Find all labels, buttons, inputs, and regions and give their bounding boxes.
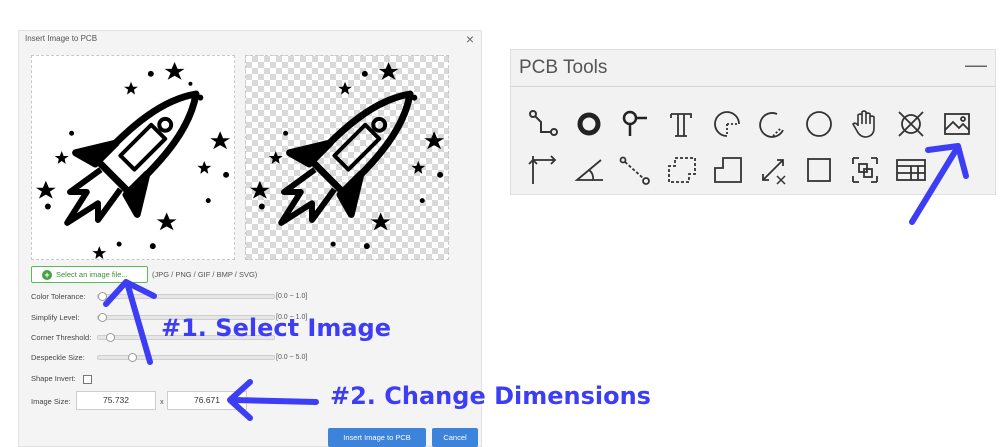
- pcb-tools-title: PCB Tools: [519, 57, 608, 78]
- text-icon[interactable]: [663, 106, 699, 142]
- cancel-button[interactable]: Cancel: [432, 428, 478, 447]
- image-height-input[interactable]: 76.671: [167, 391, 247, 410]
- arc-icon[interactable]: [709, 106, 745, 142]
- dimension-icon[interactable]: [525, 152, 561, 188]
- group-icon[interactable]: [847, 152, 883, 188]
- insert-image-button[interactable]: Insert Image to PCB: [328, 428, 426, 447]
- select-image-label: Select an image file...: [56, 270, 128, 279]
- copper-area-icon[interactable]: [663, 152, 699, 188]
- circle-icon[interactable]: [801, 106, 837, 142]
- rocket-image: [35, 61, 231, 259]
- step2-annotation: #2. Change Dimensions: [330, 382, 651, 410]
- corner-threshold-handle[interactable]: [106, 333, 116, 342]
- original-image-preview: [31, 55, 235, 260]
- pcb-tools-header: PCB Tools —: [511, 50, 995, 87]
- color-tolerance-range: [0.0 ~ 1.0]: [276, 293, 308, 300]
- hole-icon[interactable]: [893, 106, 929, 142]
- minimize-icon[interactable]: —: [965, 52, 987, 78]
- despeckle-size-slider[interactable]: [97, 353, 275, 362]
- corner-threshold-label: Corner Threshold:: [31, 333, 92, 342]
- formats-hint: (JPG / PNG / GIF / BMP / SVG): [152, 270, 258, 279]
- image-width-input[interactable]: 75.732: [76, 391, 156, 410]
- table-icon[interactable]: [893, 152, 929, 188]
- solid-region-icon[interactable]: [709, 152, 745, 188]
- close-icon[interactable]: ×: [466, 31, 474, 47]
- select-image-button[interactable]: + Select an image file...: [31, 266, 148, 283]
- rectangle-icon[interactable]: [801, 152, 837, 188]
- angle-icon[interactable]: [571, 152, 607, 188]
- shape-invert-checkbox[interactable]: [83, 375, 92, 384]
- color-tolerance-handle[interactable]: [98, 292, 107, 301]
- size-separator: x: [160, 397, 164, 406]
- canvas-origin-icon[interactable]: [755, 152, 791, 188]
- dialog-title: Insert Image to PCB: [25, 34, 98, 43]
- pad-icon[interactable]: [571, 106, 607, 142]
- track-icon[interactable]: [525, 106, 561, 142]
- arc-ccw-icon[interactable]: [755, 106, 791, 142]
- despeckle-size-range: [0.0 ~ 5.0]: [276, 354, 308, 361]
- simplify-level-handle[interactable]: [98, 313, 107, 322]
- shape-invert-label: Shape Invert:: [31, 374, 76, 383]
- despeckle-size-label: Despeckle Size:: [31, 353, 85, 362]
- step1-annotation: #1. Select Image: [161, 314, 391, 342]
- rocket-result-image: [249, 61, 445, 250]
- plus-icon: +: [42, 269, 52, 280]
- result-image-preview: [245, 55, 449, 260]
- pcb-tools-panel: PCB Tools —: [510, 49, 996, 195]
- connect-pad-icon[interactable]: [617, 152, 653, 188]
- image-icon[interactable]: [939, 106, 975, 142]
- simplify-level-label: Simplify Level:: [31, 313, 80, 322]
- color-tolerance-label: Color Tolerance:: [31, 292, 86, 301]
- color-tolerance-slider[interactable]: [97, 292, 275, 301]
- pan-hand-icon[interactable]: [847, 106, 883, 142]
- despeckle-size-handle[interactable]: [128, 353, 138, 362]
- image-size-label: Image Size:: [31, 397, 71, 406]
- via-icon[interactable]: [617, 106, 653, 142]
